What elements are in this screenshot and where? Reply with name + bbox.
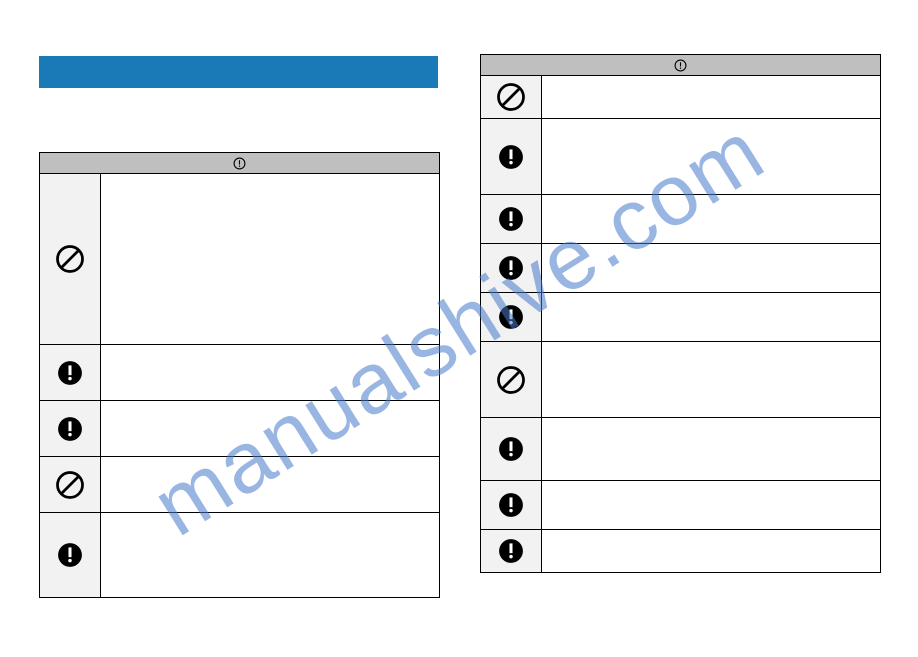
table-header-left: [40, 153, 439, 174]
content-cell: [542, 76, 880, 118]
exclaim-circle-icon: [233, 157, 246, 170]
prohibit-icon: [55, 470, 85, 500]
exclaim-icon: [498, 206, 524, 232]
icon-cell: [481, 195, 542, 243]
prohibit-icon: [496, 82, 526, 112]
icon-cell: [481, 293, 542, 341]
content-cell: [542, 342, 880, 417]
page: manualshive.com: [0, 0, 918, 657]
content-cell: [101, 345, 439, 400]
content-cell: [101, 401, 439, 456]
content-cell: [542, 481, 880, 529]
exclaim-icon: [498, 144, 524, 170]
content-cell: [542, 244, 880, 292]
table-row: [40, 457, 439, 513]
icon-cell: [40, 401, 101, 456]
exclaim-circle-icon: [674, 59, 687, 72]
table-row: [481, 195, 880, 244]
table-row: [481, 342, 880, 418]
content-cell: [101, 174, 439, 344]
table-row: [40, 174, 439, 345]
icon-cell: [481, 342, 542, 417]
icon-cell: [40, 513, 101, 597]
content-cell: [542, 418, 880, 480]
exclaim-icon: [498, 436, 524, 462]
icon-cell: [481, 76, 542, 118]
icon-cell: [40, 457, 101, 512]
table-row: [481, 119, 880, 195]
icon-cell: [481, 244, 542, 292]
content-cell: [542, 195, 880, 243]
table-row: [481, 244, 880, 293]
table-row: [481, 530, 880, 572]
exclaim-icon: [57, 542, 83, 568]
icon-cell: [40, 345, 101, 400]
content-cell: [101, 457, 439, 512]
content-cell: [542, 119, 880, 194]
icon-cell: [481, 418, 542, 480]
table-row: [481, 481, 880, 530]
section-header-bar: [39, 56, 438, 88]
icon-cell: [481, 481, 542, 529]
caution-table-left: [39, 152, 440, 598]
table-row: [40, 401, 439, 457]
exclaim-icon: [498, 304, 524, 330]
content-cell: [542, 530, 880, 572]
icon-cell: [481, 530, 542, 572]
table-row: [481, 418, 880, 481]
table-row: [40, 513, 439, 597]
table-body-left: [40, 174, 439, 597]
exclaim-icon: [498, 255, 524, 281]
table-header-right: [481, 55, 880, 76]
table-row: [481, 76, 880, 119]
prohibit-icon: [55, 244, 85, 274]
content-cell: [542, 293, 880, 341]
table-row: [40, 345, 439, 401]
caution-table-right: [480, 54, 881, 573]
icon-cell: [481, 119, 542, 194]
exclaim-icon: [498, 492, 524, 518]
content-cell: [101, 513, 439, 597]
icon-cell: [40, 174, 101, 344]
exclaim-icon: [498, 538, 524, 564]
table-body-right: [481, 76, 880, 572]
table-row: [481, 293, 880, 342]
exclaim-icon: [57, 416, 83, 442]
prohibit-icon: [496, 365, 526, 395]
exclaim-icon: [57, 360, 83, 386]
